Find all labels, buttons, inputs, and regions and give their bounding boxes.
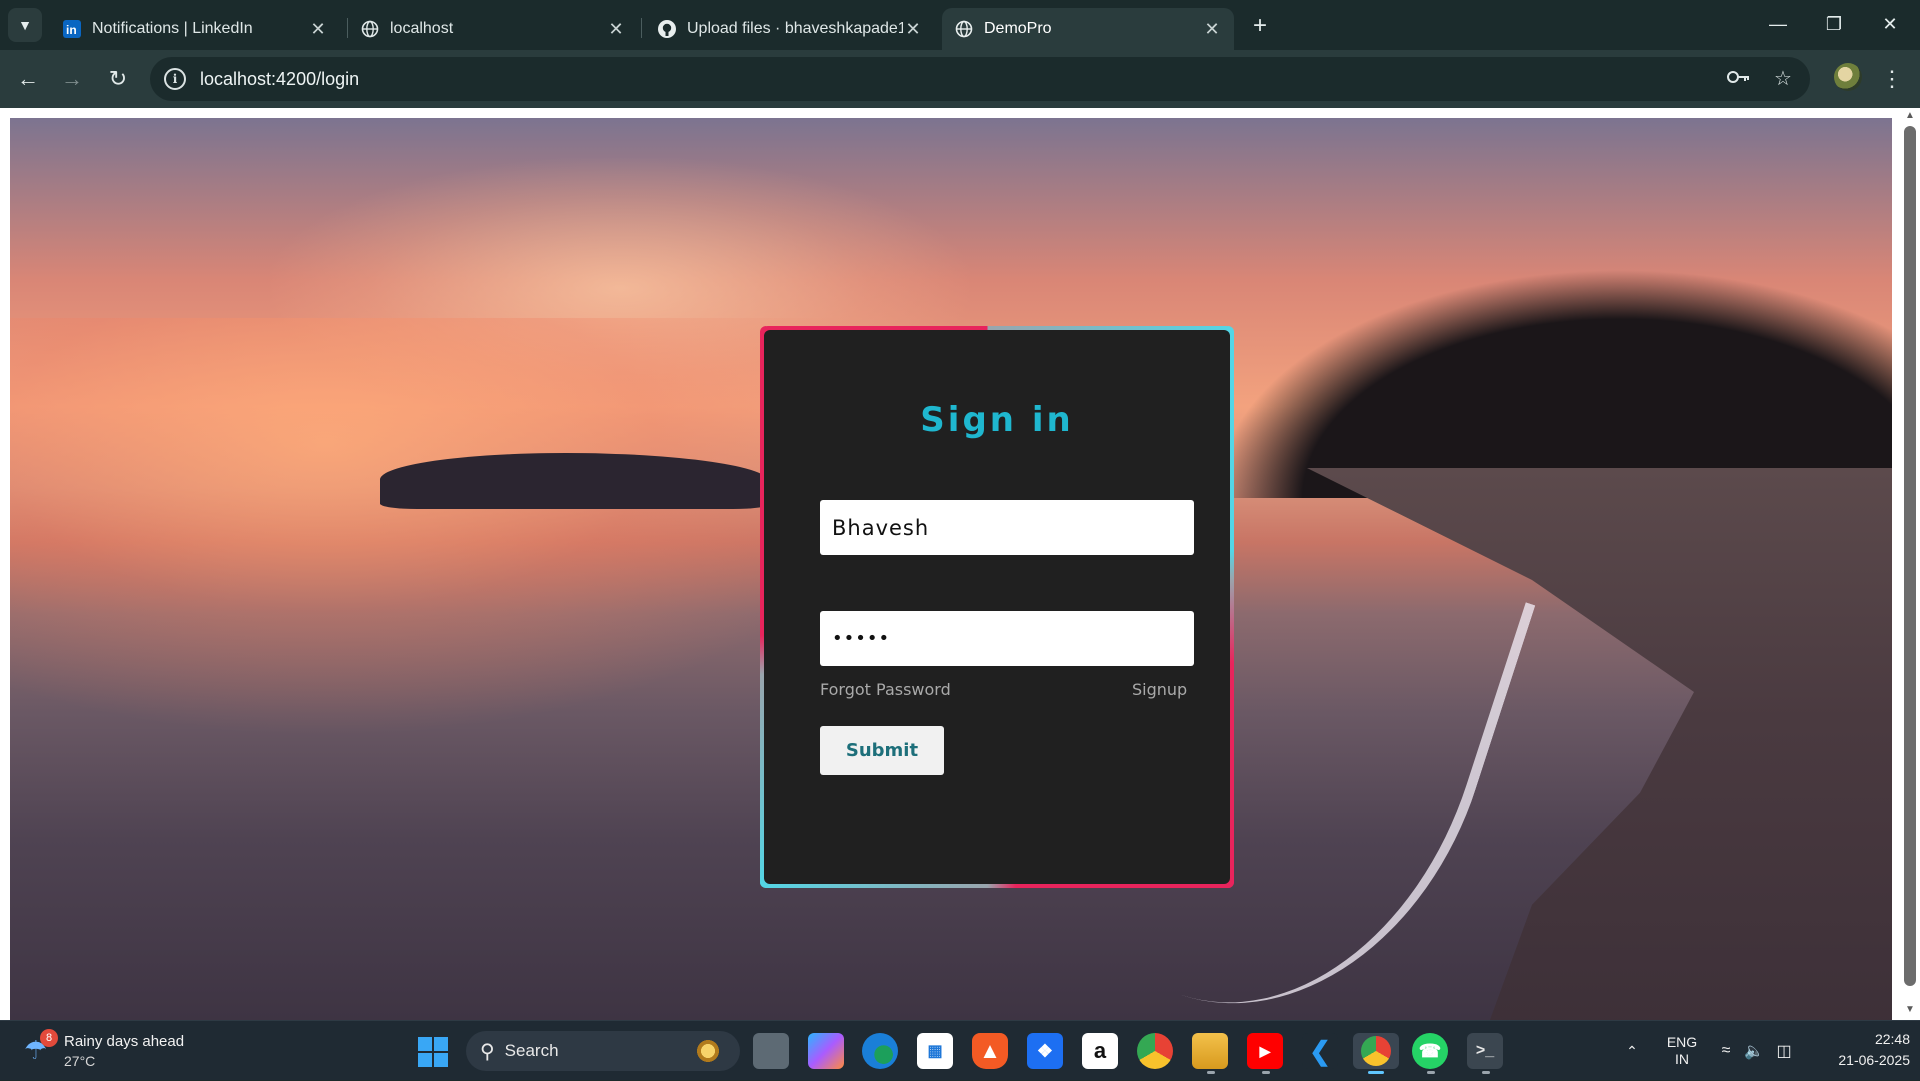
password-input[interactable]: •••••	[820, 611, 1194, 666]
restore-icon[interactable]: ❐	[1814, 8, 1854, 40]
globe-icon	[360, 19, 380, 39]
wifi-icon[interactable]: ≈	[1714, 1021, 1738, 1081]
close-tab-icon[interactable]: ✕	[308, 19, 328, 40]
page-scrollbar[interactable]: ▲ ▼	[1900, 108, 1920, 1020]
taskbar-search-label: Search	[504, 1041, 559, 1060]
clock-date: 21-06-2025	[1838, 1052, 1910, 1068]
tab-search-button[interactable]: ▼	[8, 8, 42, 42]
background-rock	[380, 453, 770, 509]
running-indicator	[1262, 1071, 1270, 1074]
whatsapp-icon[interactable]: ☎	[1412, 1033, 1448, 1069]
windows-taskbar: ☂ 8 Rainy days ahead 27°C ⚲ Search ▦ ▲ ❖…	[0, 1020, 1920, 1080]
chevron-down-icon: ▼	[18, 17, 32, 33]
weather-title: Rainy days ahead	[64, 1033, 185, 1050]
running-indicator	[1207, 1071, 1215, 1074]
github-icon	[657, 19, 677, 39]
tab-github-upload[interactable]: Upload files · bhaveshkapade19 ✕	[645, 8, 935, 50]
weather-badge: 8	[40, 1029, 58, 1047]
chrome-active-icon[interactable]	[1353, 1033, 1399, 1069]
running-indicator	[1482, 1071, 1490, 1074]
submit-button[interactable]: Submit	[820, 726, 944, 775]
username-input[interactable]: Bhavesh	[820, 500, 1194, 555]
tab-label: DemoPro	[984, 20, 1052, 37]
scroll-down-icon[interactable]: ▼	[1904, 1004, 1916, 1016]
search-icon: ⚲	[480, 1040, 495, 1063]
ms-store-icon[interactable]: ▦	[917, 1033, 953, 1069]
file-explorer-icon[interactable]	[1192, 1033, 1228, 1069]
active-indicator	[1368, 1071, 1384, 1074]
task-view-icon[interactable]	[753, 1033, 789, 1069]
running-indicator	[1427, 1071, 1435, 1074]
copilot-icon[interactable]	[808, 1033, 844, 1069]
edge-icon[interactable]	[862, 1033, 898, 1069]
forgot-password-link[interactable]: Forgot Password	[820, 680, 951, 699]
globe-icon	[954, 19, 974, 39]
back-arrow-icon[interactable]: ←	[12, 63, 44, 95]
dropbox-icon[interactable]: ❖	[1027, 1033, 1063, 1069]
linkedin-icon: in	[62, 19, 82, 39]
language-indicator[interactable]: ENG IN	[1660, 1021, 1704, 1081]
tab-localhost[interactable]: localhost ✕	[348, 8, 638, 50]
profile-avatar[interactable]	[1834, 63, 1862, 91]
reload-icon[interactable]: ↻	[102, 63, 134, 95]
signup-link[interactable]: Signup	[1132, 680, 1187, 699]
svg-text:in: in	[66, 23, 77, 37]
signin-title: Sign in	[920, 400, 1074, 440]
tab-label: localhost	[390, 20, 454, 37]
close-tab-icon[interactable]: ✕	[606, 19, 626, 40]
search-highlight-icon	[694, 1037, 722, 1065]
site-info-icon[interactable]: i	[164, 68, 186, 90]
url-text: localhost:4200/login	[200, 68, 360, 89]
windows-start-icon[interactable]	[418, 1037, 448, 1067]
chrome-icon[interactable]	[1137, 1033, 1173, 1069]
language-region: IN	[1675, 1051, 1689, 1067]
brave-icon[interactable]: ▲	[972, 1033, 1008, 1069]
close-tab-icon[interactable]: ✕	[1202, 19, 1222, 40]
minimize-icon[interactable]: —	[1758, 8, 1798, 40]
volume-icon[interactable]: 🔈	[1742, 1021, 1766, 1081]
browser-titlebar: ▼ in Notifications | LinkedIn ✕ localhos…	[0, 0, 1920, 50]
scroll-up-icon[interactable]: ▲	[1904, 110, 1916, 122]
close-window-icon[interactable]: ✕	[1870, 8, 1910, 40]
close-tab-icon[interactable]: ✕	[903, 19, 923, 40]
battery-icon[interactable]: ◫	[1772, 1021, 1796, 1081]
bookmark-star-icon[interactable]: ☆	[1770, 67, 1796, 91]
weather-widget[interactable]: ☂ 8 Rainy days ahead 27°C	[20, 1029, 250, 1073]
address-bar[interactable]: i localhost:4200/login ☆	[150, 57, 1810, 101]
tab-demopro[interactable]: DemoPro ✕	[942, 8, 1234, 50]
scroll-thumb[interactable]	[1904, 126, 1916, 986]
more-menu-icon[interactable]: ⋮	[1880, 63, 1904, 95]
page-viewport: Sign in Bhavesh ••••• Forgot Password Si…	[0, 108, 1920, 1020]
new-tab-button[interactable]: +	[1246, 12, 1274, 40]
tab-label: Upload files · bhaveshkapade19	[687, 20, 903, 37]
youtube-icon[interactable]: ▶	[1247, 1033, 1283, 1069]
amazon-icon[interactable]: a	[1082, 1033, 1118, 1069]
signin-card-body: Sign in Bhavesh ••••• Forgot Password Si…	[764, 330, 1230, 884]
terminal-icon[interactable]: >_	[1467, 1033, 1503, 1069]
signin-card: Sign in Bhavesh ••••• Forgot Password Si…	[760, 326, 1234, 888]
background-palm-trees	[1212, 268, 1892, 498]
language-code: ENG	[1666, 1034, 1698, 1050]
tray-overflow-icon[interactable]: ⌃	[1620, 1021, 1644, 1081]
clock-time: 22:48	[1874, 1031, 1910, 1047]
tab-linkedin[interactable]: in Notifications | LinkedIn ✕	[50, 8, 340, 50]
taskbar-search[interactable]: ⚲ Search	[466, 1031, 740, 1071]
tab-label: Notifications | LinkedIn	[92, 20, 253, 37]
password-key-icon[interactable]	[1726, 67, 1752, 91]
weather-temperature: 27°C	[64, 1053, 96, 1069]
system-clock[interactable]: 22:48 21-06-2025	[1810, 1029, 1910, 1071]
vscode-icon[interactable]: ❮	[1302, 1033, 1338, 1069]
forward-arrow-icon[interactable]: →	[56, 63, 88, 95]
tab-divider	[641, 18, 642, 38]
browser-toolbar: ← → ↻ i localhost:4200/login ☆ ⋮	[0, 50, 1920, 108]
